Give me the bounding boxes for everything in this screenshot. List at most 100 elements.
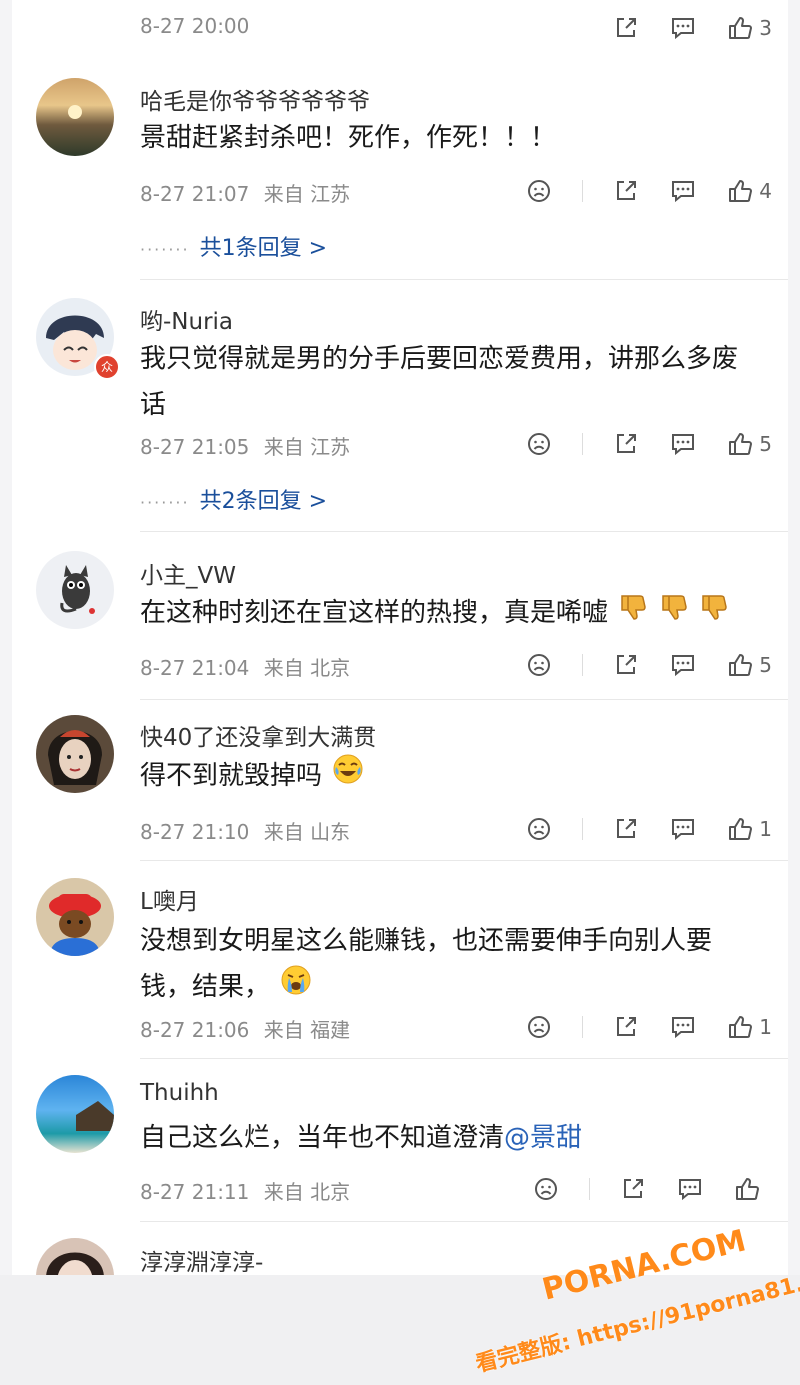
like-count: 1	[759, 1015, 772, 1039]
comment-actions: 1	[496, 813, 772, 845]
comment-from: 来自	[263, 1180, 304, 1204]
like-button[interactable]: 5	[727, 652, 772, 678]
frown-face-icon	[526, 178, 552, 204]
avatar[interactable]	[36, 78, 114, 156]
comment-from: 来自	[263, 656, 304, 680]
comment-icon	[676, 1176, 704, 1202]
frown-face-icon	[533, 1176, 559, 1202]
share-button[interactable]	[613, 178, 639, 204]
mention-link[interactable]: @景甜	[504, 1123, 582, 1153]
like-button[interactable]: 3	[727, 15, 772, 41]
crying-emoji-icon	[280, 964, 312, 1011]
divider	[140, 1058, 788, 1059]
dislike-button[interactable]	[526, 431, 552, 457]
comment-button[interactable]	[676, 1176, 704, 1202]
comment-time: 8-27 21:04	[140, 656, 250, 680]
comment-text: 没想到女明星这么能赚钱，也还需要伸手向别人要 钱，结果，	[140, 918, 772, 1011]
username[interactable]: 淳淳淵淳淳-	[140, 1243, 263, 1277]
comment-icon	[669, 178, 697, 204]
comment-actions: 5	[496, 649, 772, 681]
comment-button[interactable]	[669, 1014, 697, 1040]
thumbs-down-emoji-icon	[659, 591, 689, 637]
avatar[interactable]	[36, 715, 114, 793]
comment-location: 北京	[310, 1180, 351, 1204]
comment-time: 8-27 21:06	[140, 1018, 250, 1042]
comment-icon	[669, 15, 697, 41]
dislike-button[interactable]	[526, 1014, 552, 1040]
frown-face-icon	[526, 431, 552, 457]
like-button[interactable]: 5	[727, 431, 772, 457]
comment-icon	[669, 1014, 697, 1040]
comment-text-line: 我只觉得就是男的分手后要回恋爱费用，讲那么多废	[140, 344, 739, 374]
dots: ·······	[140, 240, 190, 259]
share-button[interactable]	[613, 15, 639, 41]
thumbs-up-icon	[727, 15, 753, 41]
comment-from: 来自	[263, 435, 304, 459]
comment-time: 8-27 21:10	[140, 820, 250, 844]
laughing-crying-emoji-icon	[332, 753, 364, 800]
share-button[interactable]	[613, 431, 639, 457]
avatar[interactable]	[36, 1238, 114, 1275]
thumbs-up-icon	[727, 1014, 753, 1040]
bottom-bar	[0, 1275, 800, 1385]
comment-button[interactable]	[669, 431, 697, 457]
dislike-button[interactable]	[526, 816, 552, 842]
avatar[interactable]	[36, 551, 114, 629]
comment-from: 来自	[263, 1018, 304, 1042]
thumbs-up-icon	[727, 816, 753, 842]
comment-text-content: 得不到就毁掉吗	[140, 761, 323, 791]
share-button[interactable]	[613, 816, 639, 842]
comment-time: 8-27 20:00	[140, 14, 250, 38]
username[interactable]: L噢月	[140, 882, 199, 916]
dislike-button[interactable]	[533, 1176, 559, 1202]
comment-from: 来自	[263, 182, 304, 206]
comment-text: 得不到就毁掉吗	[140, 753, 772, 800]
like-button[interactable]: 1	[727, 1014, 772, 1040]
comment-button[interactable]	[669, 816, 697, 842]
frown-face-icon	[526, 816, 552, 842]
share-icon	[613, 1014, 639, 1040]
comment-text: 在这种时刻还在宣这样的热搜，真是唏嘘	[140, 590, 772, 637]
comment-location: 山东	[310, 820, 351, 844]
share-button[interactable]	[613, 1014, 639, 1040]
dislike-button[interactable]	[526, 652, 552, 678]
share-icon	[620, 1176, 646, 1202]
view-replies-link[interactable]: ······· 共1条回复 >	[140, 230, 327, 262]
dots: ·······	[140, 493, 190, 512]
like-count: 3	[759, 16, 772, 40]
comment-location: 江苏	[310, 182, 351, 206]
comment-actions: 1	[496, 1011, 772, 1043]
view-replies-link[interactable]: ······· 共2条回复 >	[140, 483, 327, 515]
share-icon	[613, 816, 639, 842]
frown-face-icon	[526, 1014, 552, 1040]
avatar[interactable]	[36, 1075, 114, 1153]
like-button[interactable]: 1	[727, 816, 772, 842]
like-count: 4	[759, 179, 772, 203]
comment-button[interactable]	[669, 178, 697, 204]
comment-time: 8-27 21:11	[140, 1180, 250, 1204]
comment-button[interactable]	[669, 652, 697, 678]
username[interactable]: 快40了还没拿到大满贯	[140, 718, 376, 752]
divider	[140, 279, 788, 280]
username[interactable]: 小主_VW	[140, 556, 236, 590]
divider	[140, 699, 788, 700]
like-button[interactable]: 4	[727, 178, 772, 204]
username[interactable]: 哈毛是你爷爷爷爷爷爷	[140, 82, 370, 116]
share-button[interactable]	[613, 652, 639, 678]
dislike-button[interactable]	[526, 178, 552, 204]
username[interactable]: Thuihh	[140, 1080, 219, 1106]
username[interactable]: 哟-Nuria	[140, 302, 233, 336]
share-button[interactable]	[620, 1176, 646, 1202]
comment-text: 自己这么烂，当年也不知道澄清@景甜	[140, 1115, 772, 1161]
avatar[interactable]	[36, 878, 114, 956]
divider	[140, 860, 788, 861]
like-count: 1	[759, 817, 772, 841]
like-button[interactable]	[734, 1176, 766, 1202]
comment-time: 8-27 21:07	[140, 182, 250, 206]
verified-badge: 众	[94, 354, 120, 380]
thumbs-down-emoji-icon	[618, 591, 648, 637]
comment-button[interactable]	[669, 15, 697, 41]
comment-time: 8-27 21:05	[140, 435, 250, 459]
like-count: 5	[759, 432, 772, 456]
separator	[582, 180, 584, 202]
